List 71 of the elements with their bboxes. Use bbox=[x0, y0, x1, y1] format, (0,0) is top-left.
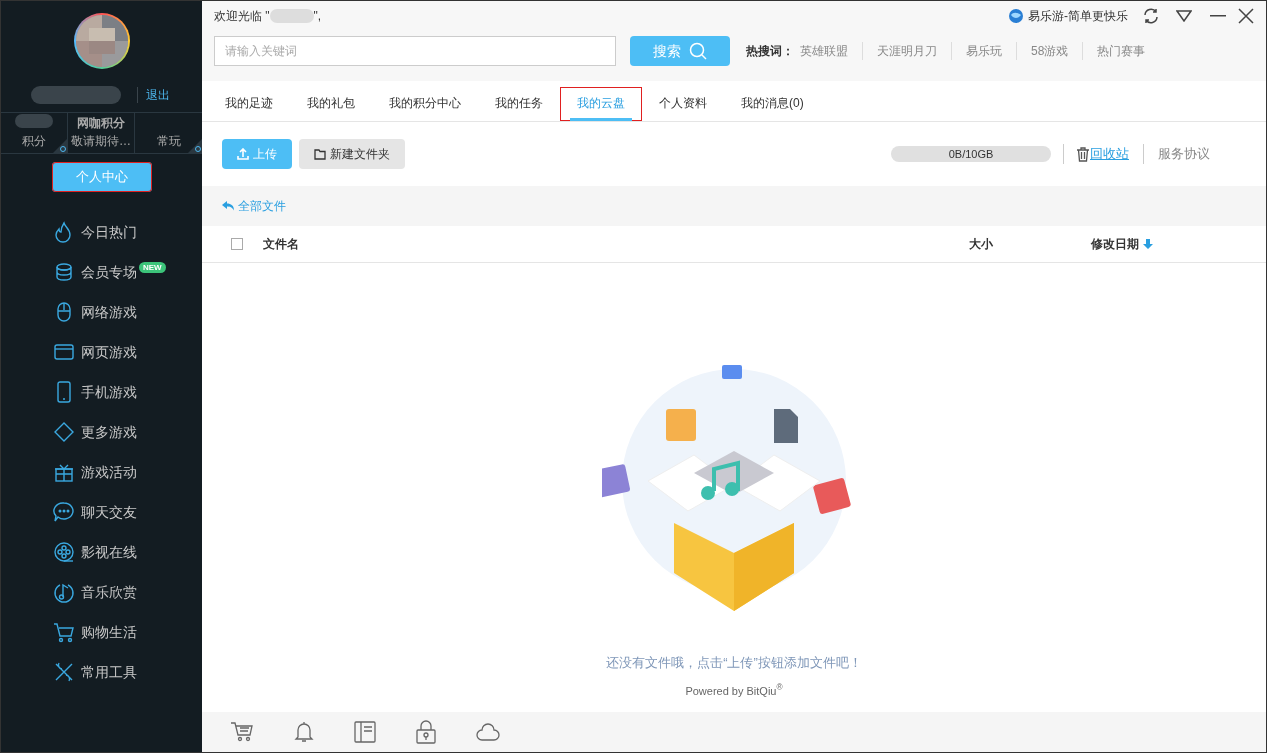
minimize-icon[interactable] bbox=[1210, 15, 1226, 17]
trash-icon[interactable] bbox=[1076, 146, 1090, 162]
folder-icon bbox=[314, 148, 326, 160]
stat-label: 敬请期待… bbox=[71, 133, 131, 150]
film-reel-icon bbox=[53, 541, 75, 563]
column-header[interactable]: 大小 bbox=[969, 235, 1091, 253]
welcome-text: ", bbox=[313, 8, 322, 25]
column-header[interactable]: 文件名 bbox=[263, 235, 969, 253]
sidebar-item[interactable]: 游戏活动 bbox=[1, 452, 202, 492]
hot-search-label: 热搜词： bbox=[746, 43, 794, 60]
logout-link[interactable]: 退出 bbox=[146, 86, 170, 104]
sidebar-item[interactable]: 影视在线 bbox=[1, 532, 202, 572]
storage-bar: 0B/10GB bbox=[891, 146, 1051, 162]
blurred-value bbox=[15, 114, 53, 128]
sidebar-item[interactable]: 手机游戏 bbox=[1, 372, 202, 412]
tab[interactable]: 我的消息(0) bbox=[724, 87, 821, 121]
cart-icon[interactable] bbox=[230, 721, 254, 743]
diamond-arrows-icon bbox=[53, 421, 75, 443]
coins-icon bbox=[53, 261, 75, 283]
globe-logo-icon bbox=[1008, 8, 1024, 24]
dropdown-icon[interactable] bbox=[1176, 10, 1192, 22]
corner-tag-icon[interactable] bbox=[53, 139, 67, 153]
tools-icon bbox=[53, 661, 75, 683]
sidebar-item[interactable]: 网络游戏 bbox=[1, 292, 202, 332]
back-arrow-icon bbox=[222, 201, 234, 211]
tab[interactable]: 个人资料 bbox=[642, 87, 724, 121]
lock-icon[interactable] bbox=[416, 720, 436, 744]
welcome-text: 欢迎光临 " bbox=[214, 8, 270, 25]
terms-link[interactable]: 服务协议 bbox=[1158, 144, 1210, 164]
hot-word-link[interactable]: 天涯明月刀 bbox=[862, 42, 951, 60]
search-icon bbox=[689, 42, 707, 60]
cloud-icon[interactable] bbox=[476, 723, 500, 741]
music-note-icon bbox=[53, 581, 75, 603]
sidebar-item[interactable]: 今日热门 bbox=[1, 212, 202, 252]
stat-label: 常玩 bbox=[156, 133, 181, 150]
stat-title: 网咖积分 bbox=[77, 115, 125, 132]
new-badge: NEW bbox=[139, 262, 166, 273]
sidebar-item[interactable]: 网页游戏 bbox=[1, 332, 202, 372]
column-header[interactable]: 修改日期 bbox=[1091, 235, 1153, 253]
select-all-checkbox[interactable] bbox=[231, 238, 243, 250]
hot-word-link[interactable]: 英雄联盟 bbox=[794, 42, 862, 60]
sidebar-item[interactable]: 购物生活 bbox=[1, 612, 202, 652]
blurred-username bbox=[269, 9, 314, 23]
hot-word-link[interactable]: 易乐玩 bbox=[951, 42, 1016, 60]
search-field[interactable]: 请输入关键词 bbox=[214, 36, 616, 66]
sidebar-item[interactable]: 聊天交友 bbox=[1, 492, 202, 532]
tab[interactable]: 我的礼包 bbox=[290, 87, 372, 121]
stat-label: 积分 bbox=[22, 133, 46, 150]
hot-word-link[interactable]: 58游戏 bbox=[1016, 42, 1083, 60]
empty-message: 还没有文件哦，点击“上传”按钮添加文件吧！ bbox=[606, 654, 862, 672]
sidebar-item[interactable]: 会员专场 NEW bbox=[1, 252, 202, 292]
sidebar-item[interactable]: 常用工具 bbox=[1, 652, 202, 692]
upload-icon bbox=[237, 148, 249, 160]
tab[interactable]: 我的足迹 bbox=[208, 87, 290, 121]
tab[interactable]: 我的任务 bbox=[478, 87, 560, 121]
browser-window-icon bbox=[53, 341, 75, 363]
sidebar-item[interactable]: 音乐欣赏 bbox=[1, 572, 202, 612]
bell-icon[interactable] bbox=[294, 721, 314, 743]
close-icon[interactable] bbox=[1238, 8, 1254, 24]
corner-tag-icon[interactable] bbox=[188, 139, 202, 153]
refresh-icon[interactable] bbox=[1142, 7, 1160, 25]
powered-by-text: Powered by BitQiu$^{®}$ bbox=[685, 682, 783, 699]
hot-word-link[interactable]: 热门赛事 bbox=[1082, 42, 1160, 60]
new-folder-button[interactable]: 新建文件夹 bbox=[299, 139, 405, 169]
tab[interactable]: 我的积分中心 bbox=[372, 87, 478, 121]
sidebar-item[interactable]: 更多游戏 bbox=[1, 412, 202, 452]
cart-icon bbox=[53, 621, 75, 643]
book-icon[interactable] bbox=[354, 721, 376, 743]
chat-bubble-icon bbox=[53, 501, 75, 523]
sort-down-icon[interactable] bbox=[1143, 239, 1153, 249]
brand-text: 易乐游-简单更快乐 bbox=[1028, 8, 1128, 25]
